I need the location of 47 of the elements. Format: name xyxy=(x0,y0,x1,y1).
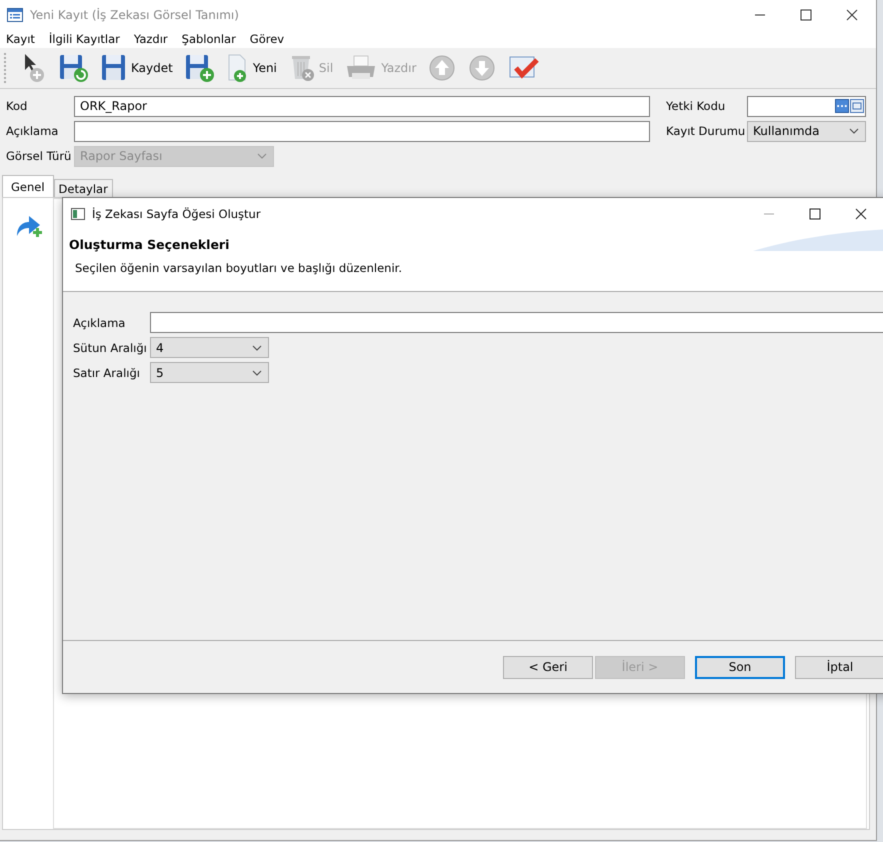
browse-button[interactable]: ... xyxy=(835,99,849,113)
field-label: Sütun Aralığı xyxy=(73,340,148,354)
floppy-add-icon xyxy=(184,53,215,83)
dialog-button[interactable]: İptal xyxy=(795,656,883,678)
menu-item[interactable]: Şablonlar xyxy=(182,32,236,46)
floppy-icon xyxy=(101,53,127,83)
chevron-down-icon xyxy=(257,153,267,159)
field-label: Yetki Kodu xyxy=(666,99,726,113)
field-label: Kod xyxy=(6,99,28,113)
menu-item[interactable]: İlgili Kayıtlar xyxy=(48,32,120,46)
menu-item[interactable]: Kayıt xyxy=(6,32,35,46)
window-icon[interactable] xyxy=(850,99,864,113)
toolbar-button[interactable]: Yeni xyxy=(224,53,280,83)
field-label: Kayıt Durumu xyxy=(666,124,746,138)
dropdown[interactable]: Kullanımda xyxy=(747,120,866,142)
dialog-button[interactable]: Son xyxy=(695,656,785,678)
menu-item[interactable]: Yazdır xyxy=(134,32,168,46)
dropdown[interactable]: 5 xyxy=(150,362,269,383)
chevron-down-icon xyxy=(252,344,262,350)
field-label: Açıklama xyxy=(6,124,60,138)
tab[interactable]: Detaylar xyxy=(54,179,113,197)
dialog-title: İş Zekası Sayfa Öğesi Oluştur xyxy=(92,206,261,220)
field-label: Görsel Türü xyxy=(6,149,72,163)
text-field[interactable] xyxy=(74,120,650,142)
close-icon[interactable] xyxy=(855,208,867,220)
app-icon xyxy=(7,8,23,22)
chevron-down-icon xyxy=(252,370,262,376)
chevron-down-icon xyxy=(849,128,859,134)
text-field[interactable]: ORK_Rapor xyxy=(74,96,650,116)
close-icon[interactable] xyxy=(846,9,858,21)
dropdown[interactable]: 4 xyxy=(150,337,269,358)
floppy-refresh-icon xyxy=(59,53,89,83)
menu-item[interactable]: Görev xyxy=(250,32,284,46)
new-document-icon xyxy=(226,53,249,83)
field-label: Satır Aralığı xyxy=(73,366,141,380)
maximize-icon[interactable] xyxy=(809,208,821,220)
lookup-field[interactable]: ... xyxy=(747,96,866,116)
toolbar-button[interactable]: Kaydet xyxy=(98,53,176,83)
dialog-icon xyxy=(71,208,85,220)
maximize-icon[interactable] xyxy=(800,9,812,21)
text-field[interactable] xyxy=(150,312,883,333)
window-title: Yeni Kayıt (İş Zekası Görsel Tanımı) xyxy=(30,8,239,22)
field-label: Açıklama xyxy=(73,316,126,330)
dialog-heading: Oluşturma Seçenekleri xyxy=(69,237,230,252)
dialog-description: Seçilen öğenin varsayılan boyutları ve başlığı düzenlenir. xyxy=(74,261,403,275)
tab[interactable]: Genel xyxy=(2,175,54,197)
dialog-button[interactable]: < Geri xyxy=(503,656,593,678)
